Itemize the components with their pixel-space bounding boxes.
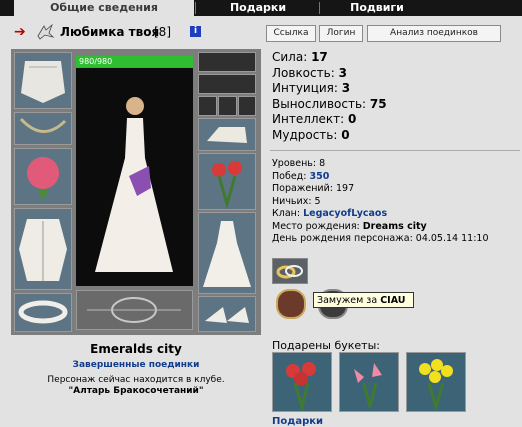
- equip-slot-chain[interactable]: [14, 112, 72, 145]
- equip-slot-shoes[interactable]: [198, 296, 256, 332]
- clan-link[interactable]: LegacyofLycaos: [303, 208, 387, 219]
- stat-intuition: Интуиция: 3: [272, 81, 351, 95]
- tab-separator: [319, 2, 320, 14]
- stat-intellect: Интеллект: 0: [272, 112, 357, 126]
- alignment-icon: [37, 23, 55, 40]
- medal-icon[interactable]: [276, 289, 306, 319]
- info-birthday: День рождения персонажа: 04.05.14 11:10: [272, 233, 489, 244]
- info-draws: Ничьих: 5: [272, 195, 321, 207]
- gloves-icon: [207, 127, 247, 143]
- equip-slot-ring[interactable]: [238, 96, 256, 116]
- rose-bouquet-icon: [27, 157, 59, 201]
- character-header: ➔ Любимка твоя [8] i: [14, 22, 264, 42]
- chain-icon: [19, 117, 67, 133]
- stat-wisdom: Мудрость: 0: [272, 127, 350, 142]
- gifts-link[interactable]: Подарки: [272, 416, 323, 427]
- fight-analysis-button[interactable]: Анализ поединков: [367, 25, 501, 42]
- divider: [270, 150, 520, 151]
- location-club: "Алтарь Бракосочетаний": [68, 386, 204, 396]
- finished-fights-link[interactable]: Завершенные поединки: [11, 360, 261, 370]
- shoes-icon: [205, 307, 249, 323]
- info-birthplace: Место рождения: Dreams city: [272, 220, 427, 232]
- character-level: [8]: [154, 25, 171, 39]
- info-wins: Побед: 350: [272, 170, 330, 182]
- jacket-icon: [19, 219, 67, 281]
- link-button[interactable]: Ссылка: [266, 25, 316, 42]
- equip-slot-bouquet[interactable]: [14, 148, 72, 205]
- equip-slot-necklace[interactable]: [198, 74, 256, 94]
- equip-slot-earrings[interactable]: [198, 52, 256, 72]
- red-tulip-bouquet-icon: [286, 362, 316, 413]
- city-name: Emeralds city: [90, 342, 182, 356]
- stat-strength: Сила: 17: [272, 50, 328, 64]
- yellow-bouquet-icon: [419, 359, 453, 413]
- clan-emblem: [76, 290, 193, 330]
- stat-endurance: Выносливость: 75: [272, 96, 387, 111]
- hp-bar: 980/980: [76, 56, 193, 67]
- equip-slot-jacket[interactable]: [14, 208, 72, 290]
- bouquet-item[interactable]: [406, 352, 466, 413]
- login-button[interactable]: Логин: [319, 25, 363, 42]
- stats-block: Сила: 17 Ловкость: 3 Интуиция: 3 Выносли…: [272, 50, 387, 143]
- equip-slot-dress[interactable]: [198, 212, 256, 294]
- info-icon[interactable]: i: [190, 26, 201, 37]
- info-losses: Поражений: 197: [272, 183, 355, 194]
- bouquet-item[interactable]: [272, 352, 332, 413]
- bouquets-title: Подарены букеты:: [272, 339, 380, 352]
- tab-gifts[interactable]: Подарки: [198, 0, 318, 16]
- bouquet-item[interactable]: [339, 352, 399, 412]
- belt-icon: [18, 300, 68, 324]
- equip-slot-ring[interactable]: [218, 96, 237, 116]
- equip-slot-shawl[interactable]: [14, 52, 72, 109]
- location-line: Персонаж сейчас находится в клубе.: [47, 375, 225, 385]
- tulip-icon: [212, 161, 242, 210]
- marriage-tooltip: Замужем за CIAU: [313, 292, 414, 308]
- emblem-icon: [87, 297, 181, 323]
- pink-lily-bouquet-icon: [354, 363, 382, 408]
- equip-slot-ring[interactable]: [198, 96, 217, 116]
- tab-separator: [195, 2, 196, 14]
- equip-slot-belt[interactable]: [14, 293, 72, 332]
- character-name: Любимка твоя: [60, 25, 160, 39]
- equip-slot-gloves[interactable]: [198, 118, 256, 151]
- info-clan: Клан: LegacyofLycaos: [272, 208, 388, 219]
- location-text: Персонаж сейчас находится в клубе. "Алта…: [11, 375, 261, 397]
- equip-slot-flowers[interactable]: [198, 153, 256, 210]
- character-image: [76, 68, 193, 286]
- info-level: Уровень: 8: [272, 158, 326, 169]
- shawl-icon: [21, 61, 65, 103]
- tab-general-info[interactable]: Общие сведения: [14, 0, 194, 16]
- dress-icon: [203, 221, 251, 287]
- arrow-icon[interactable]: ➔: [14, 24, 26, 40]
- character-info: Уровень: 8 Побед: 350 Поражений: 197 Нич…: [272, 158, 489, 246]
- tab-feats[interactable]: Подвиги: [322, 0, 432, 16]
- stat-agility: Ловкость: 3: [272, 65, 347, 80]
- bride-figure-icon: [95, 97, 173, 272]
- wedding-rings-icon[interactable]: [272, 258, 308, 284]
- tab-bar: Общие сведения Подарки Подвиги: [0, 0, 522, 16]
